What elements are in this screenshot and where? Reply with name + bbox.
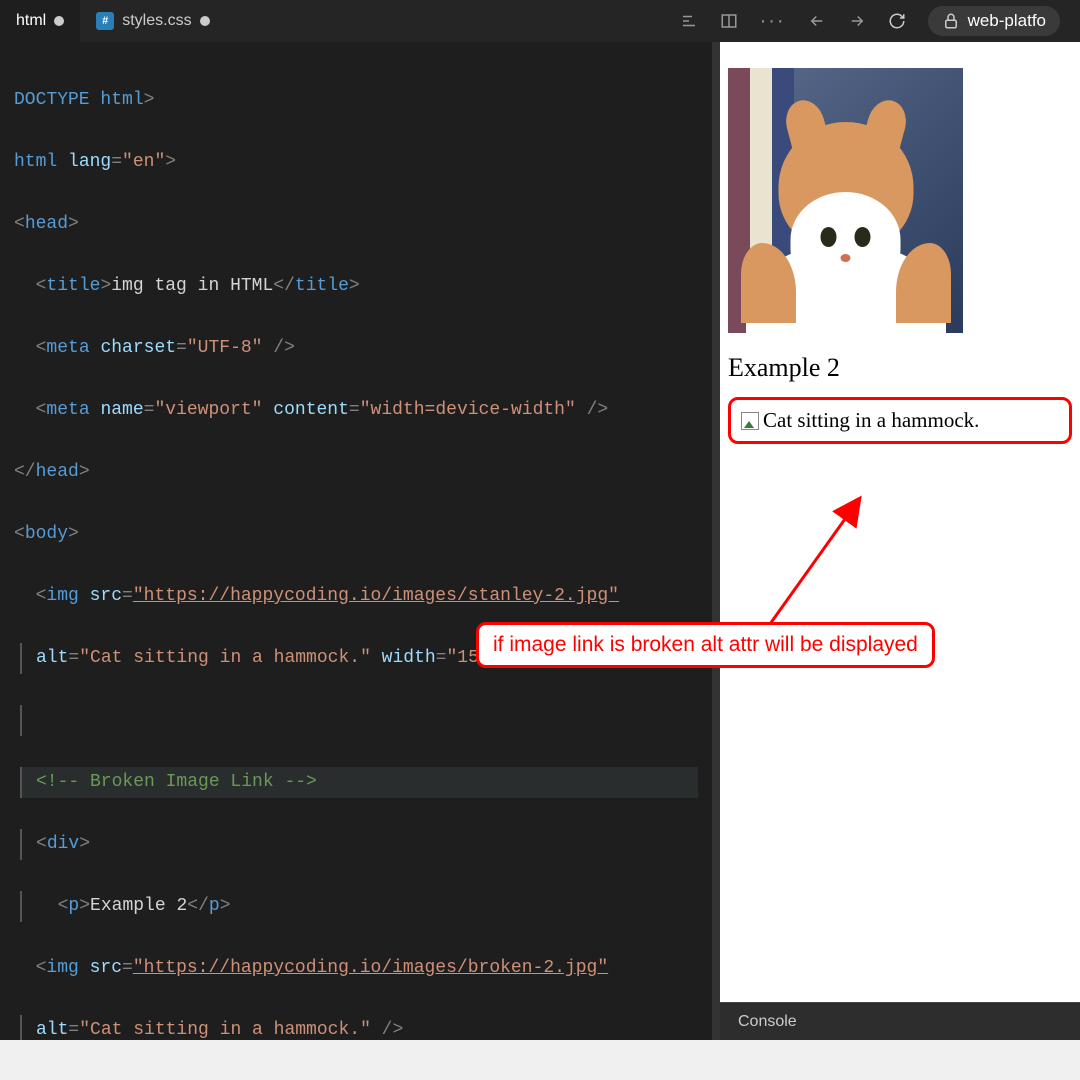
broken-image-alt-text: Cat sitting in a hammock.	[763, 408, 979, 433]
toolbar: ··· web-platfo	[660, 6, 1080, 36]
cat-image	[728, 68, 963, 333]
url-bar[interactable]: web-platfo	[928, 6, 1060, 36]
code-comment: <!-- Broken Image Link -->	[36, 772, 317, 792]
tabs: html # styles.css	[0, 0, 226, 42]
code-token: "Cat sitting in a hammock."	[79, 648, 371, 668]
code-token: div	[47, 834, 79, 854]
broken-image-highlight: Cat sitting in a hammock.	[728, 397, 1072, 444]
broken-image-icon	[741, 412, 759, 430]
lock-icon	[942, 12, 960, 30]
console-bar[interactable]: Console	[720, 1002, 1080, 1040]
pane-divider[interactable]	[712, 42, 720, 1040]
dirty-indicator-icon	[54, 16, 64, 26]
app-window: html # styles.css ··· web-platfo DOCTYPE…	[0, 0, 1080, 1040]
annotation-callout: if image link is broken alt attr will be…	[476, 622, 935, 668]
console-label: Console	[738, 1013, 797, 1031]
tab-bar: html # styles.css ··· web-platfo	[0, 0, 1080, 42]
tab-label: styles.css	[122, 12, 191, 30]
more-icon[interactable]: ···	[760, 10, 786, 33]
code-token: img tag in HTML	[111, 276, 273, 296]
code-token: img	[46, 586, 78, 606]
code-token: alt	[36, 648, 68, 668]
code-token: title	[295, 276, 349, 296]
example-heading: Example 2	[728, 353, 1072, 383]
dirty-indicator-icon	[200, 16, 210, 26]
code-token: charset	[90, 338, 176, 358]
code-editor[interactable]: DOCTYPE html> html lang="en"> <head> <ti…	[0, 42, 712, 1040]
tab-label: html	[16, 12, 46, 30]
code-token: src	[79, 958, 122, 978]
code-token: p	[68, 896, 79, 916]
code-token: name	[90, 400, 144, 420]
code-token: "https://happycoding.io/images/broken-2.…	[133, 958, 608, 978]
back-icon[interactable]	[808, 12, 826, 30]
code-token: src	[79, 586, 122, 606]
code-token: "en"	[122, 152, 165, 172]
css-file-icon: #	[96, 12, 114, 30]
code-token: content	[263, 400, 349, 420]
code-token: meta	[46, 400, 89, 420]
prettier-icon[interactable]	[680, 12, 698, 30]
code-token: Example 2	[90, 896, 187, 916]
code-token: alt	[36, 1020, 68, 1040]
preview-pane: Example 2 Cat sitting in a hammock. Cons…	[720, 42, 1080, 1040]
tab-css[interactable]: # styles.css	[80, 0, 225, 42]
code-token: width	[371, 648, 436, 668]
code-token: "UTF-8"	[187, 338, 263, 358]
code-token: img	[46, 958, 78, 978]
code-token: body	[25, 524, 68, 544]
code-token: html	[90, 90, 144, 110]
preview-content: Example 2 Cat sitting in a hammock.	[720, 42, 1080, 1002]
code-token: p	[209, 896, 220, 916]
split-icon[interactable]	[720, 12, 738, 30]
code-token: head	[25, 214, 68, 234]
code-token: meta	[46, 338, 89, 358]
code-token: "width=device-width"	[360, 400, 576, 420]
tab-html[interactable]: html	[0, 0, 80, 42]
code-token: title	[46, 276, 100, 296]
code-token: "Cat sitting in a hammock."	[79, 1020, 371, 1040]
code-token: DOCTYPE	[14, 90, 90, 110]
code-token: "https://happycoding.io/images/stanley-2…	[133, 586, 619, 606]
reload-icon[interactable]	[888, 12, 906, 30]
forward-icon[interactable]	[848, 12, 866, 30]
code-token: lang	[57, 152, 111, 172]
code-token: head	[36, 462, 79, 482]
code-token: html	[14, 152, 57, 172]
url-text: web-platfo	[968, 11, 1046, 31]
code-token: "viewport"	[154, 400, 262, 420]
main: DOCTYPE html> html lang="en"> <head> <ti…	[0, 42, 1080, 1040]
